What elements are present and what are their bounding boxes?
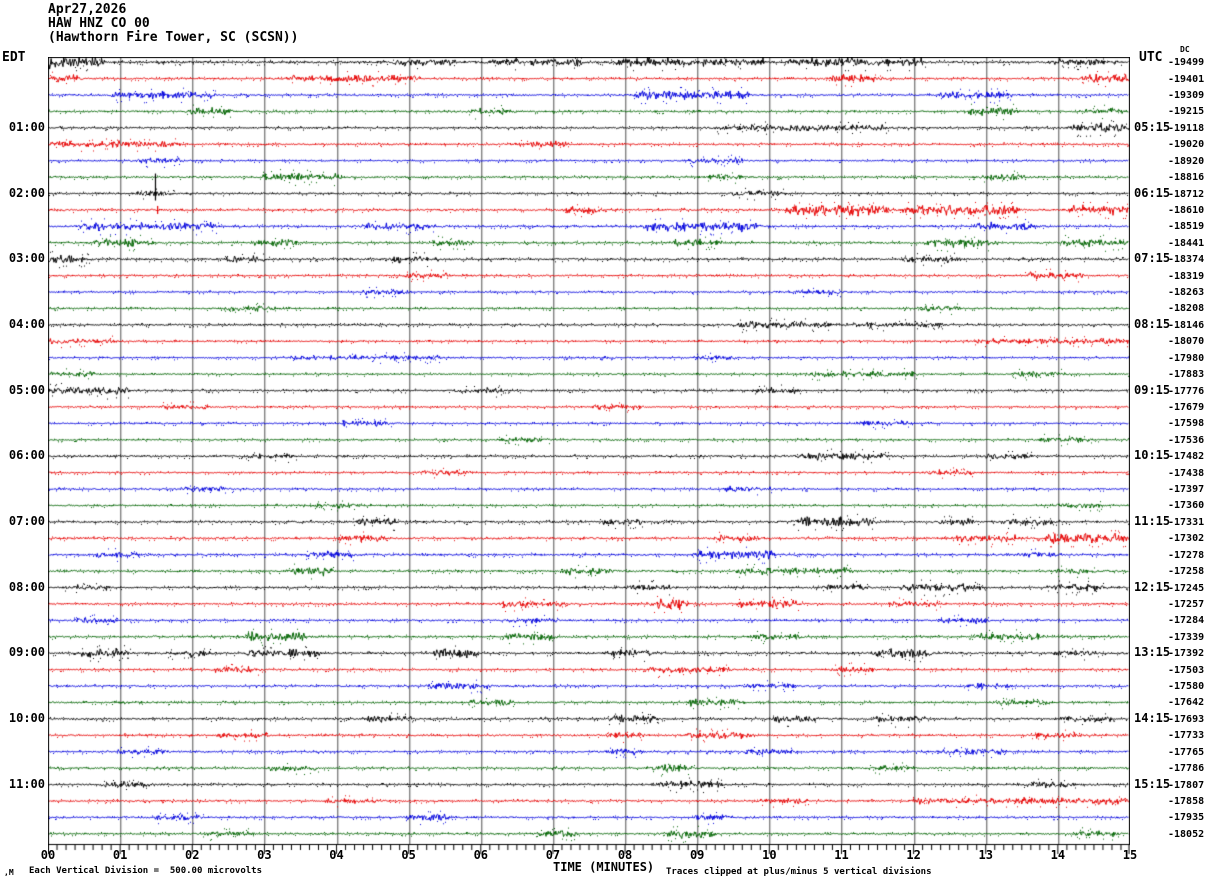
dc-offset-value: -17360 bbox=[1168, 500, 1205, 512]
dc-offset-value: -17580 bbox=[1168, 681, 1205, 693]
dc-offset-value: -17284 bbox=[1168, 615, 1205, 627]
dc-offset-value: -17245 bbox=[1168, 582, 1205, 594]
dc-offset-value: -17765 bbox=[1168, 746, 1205, 758]
dc-offset-value: -17693 bbox=[1168, 713, 1205, 725]
dc-offset-value: -17278 bbox=[1168, 549, 1205, 561]
dc-offset-value: -17598 bbox=[1168, 418, 1205, 430]
header-station: HAW HNZ CO 00 bbox=[48, 16, 150, 31]
edt-hour-label: 10:00 bbox=[8, 710, 45, 725]
corner-mark: ,M bbox=[4, 868, 14, 877]
dc-offset-value: -18712 bbox=[1168, 188, 1205, 200]
edt-axis-label: EDT bbox=[2, 50, 26, 65]
edt-hour-label: 04:00 bbox=[8, 316, 45, 331]
dc-offset-value: -18816 bbox=[1168, 172, 1205, 184]
utc-hour-label: 07:15 bbox=[1134, 251, 1171, 266]
seismogram-canvas[interactable] bbox=[48, 57, 1130, 857]
dc-offset-value: -17438 bbox=[1168, 467, 1205, 479]
dc-offset-value: -17536 bbox=[1168, 434, 1205, 446]
dc-offset-value: -18920 bbox=[1168, 155, 1205, 167]
minute-tick-label: 01 bbox=[112, 848, 128, 862]
dc-offset-value: -18319 bbox=[1168, 270, 1205, 282]
dc-offset-value: -18610 bbox=[1168, 204, 1205, 216]
dc-offset-value: -17980 bbox=[1168, 352, 1205, 364]
dc-offset-value: -19020 bbox=[1168, 139, 1205, 151]
dc-offset-value: -17807 bbox=[1168, 779, 1205, 791]
dc-offset-value: -17733 bbox=[1168, 730, 1205, 742]
utc-hour-label: 10:15 bbox=[1134, 448, 1171, 463]
minute-tick-label: 14 bbox=[1050, 848, 1066, 862]
dc-offset-value: -17397 bbox=[1168, 484, 1205, 496]
minute-tick-label: 02 bbox=[185, 848, 200, 862]
minute-tick-label: 12 bbox=[906, 848, 921, 862]
dc-offset-value: -19215 bbox=[1168, 106, 1205, 118]
dc-offset-value: -19118 bbox=[1168, 122, 1205, 134]
dc-offset-value: -18146 bbox=[1168, 319, 1205, 331]
dc-offset-value: -18208 bbox=[1168, 303, 1205, 315]
utc-hour-label: 14:15 bbox=[1134, 710, 1171, 725]
dc-offset-value: -18263 bbox=[1168, 287, 1205, 299]
dc-offset-value: -17339 bbox=[1168, 631, 1205, 643]
helicorder-screen: Apr27,2026 HAW HNZ CO 00 (Hawthorn Fire … bbox=[0, 0, 1210, 886]
dc-offset-value: -17935 bbox=[1168, 812, 1205, 824]
minute-tick-label: 11 bbox=[834, 848, 849, 862]
dc-offset-value: -17776 bbox=[1168, 385, 1205, 397]
minute-tick-label: 13 bbox=[978, 848, 993, 862]
dc-offset-value: -17642 bbox=[1168, 697, 1205, 709]
edt-hour-label: 01:00 bbox=[8, 119, 45, 134]
edt-hour-label: 06:00 bbox=[8, 448, 45, 463]
edt-hour-label: 02:00 bbox=[8, 185, 45, 200]
utc-hour-label: 13:15 bbox=[1134, 645, 1171, 660]
dc-offset-value: -19401 bbox=[1168, 73, 1205, 85]
utc-hour-label: 12:15 bbox=[1134, 579, 1171, 594]
utc-axis-label: UTC bbox=[1139, 50, 1163, 65]
vertical-division-note: Each Vertical Division = 500.00 microvol… bbox=[29, 866, 262, 876]
edt-hour-label: 11:00 bbox=[8, 776, 45, 791]
dc-offset-value: -18052 bbox=[1168, 828, 1205, 840]
utc-hour-label: 05:15 bbox=[1134, 119, 1171, 134]
edt-hour-label: 05:00 bbox=[8, 382, 45, 397]
edt-hour-label: 09:00 bbox=[8, 645, 45, 660]
utc-hour-label: 09:15 bbox=[1134, 382, 1171, 397]
edt-hour-label: 08:00 bbox=[8, 579, 45, 594]
utc-hour-label: 08:15 bbox=[1134, 316, 1171, 331]
minute-tick-label: 03 bbox=[257, 848, 272, 862]
dc-column-label: DC bbox=[1180, 45, 1190, 54]
edt-hour-label: 07:00 bbox=[8, 513, 45, 528]
dc-offset-value: -17503 bbox=[1168, 664, 1205, 676]
clipping-note: Traces clipped at plus/minus 5 vertical … bbox=[666, 867, 932, 877]
minute-tick-label: 15 bbox=[1122, 848, 1138, 862]
dc-offset-value: -18441 bbox=[1168, 237, 1205, 249]
minute-tick-label: 10 bbox=[762, 848, 777, 862]
dc-offset-value: -19499 bbox=[1168, 57, 1205, 69]
dc-offset-value: -17392 bbox=[1168, 648, 1205, 660]
dc-offset-value: -17482 bbox=[1168, 451, 1205, 463]
dc-offset-value: -17786 bbox=[1168, 763, 1205, 775]
edt-hour-label: 03:00 bbox=[8, 251, 45, 266]
dc-offset-value: -17258 bbox=[1168, 566, 1205, 578]
utc-hour-label: 06:15 bbox=[1134, 185, 1171, 200]
dc-offset-value: -18519 bbox=[1168, 221, 1205, 233]
dc-offset-value: -17858 bbox=[1168, 795, 1205, 807]
header-date: Apr27,2026 bbox=[48, 2, 127, 17]
dc-offset-value: -17883 bbox=[1168, 369, 1205, 381]
dc-offset-value: -17331 bbox=[1168, 516, 1205, 528]
utc-hour-label: 11:15 bbox=[1134, 513, 1171, 528]
dc-offset-value: -17302 bbox=[1168, 533, 1205, 545]
dc-offset-value: -19309 bbox=[1168, 90, 1205, 102]
minute-tick-label: 09 bbox=[689, 848, 705, 862]
minute-tick-label: 06 bbox=[473, 848, 489, 862]
dc-offset-value: -17679 bbox=[1168, 401, 1205, 413]
utc-hour-label: 15:15 bbox=[1134, 776, 1171, 791]
minute-tick-label: 04 bbox=[329, 848, 344, 862]
dc-offset-value: -17257 bbox=[1168, 598, 1205, 610]
minute-tick-label: 00 bbox=[40, 848, 56, 862]
dc-offset-value: -18070 bbox=[1168, 336, 1205, 348]
minute-tick-label: 05 bbox=[401, 848, 416, 862]
dc-offset-value: -18374 bbox=[1168, 254, 1205, 266]
time-axis-title: TIME (MINUTES) bbox=[553, 860, 655, 874]
header-location: (Hawthorn Fire Tower, SC (SCSN)) bbox=[48, 30, 299, 45]
